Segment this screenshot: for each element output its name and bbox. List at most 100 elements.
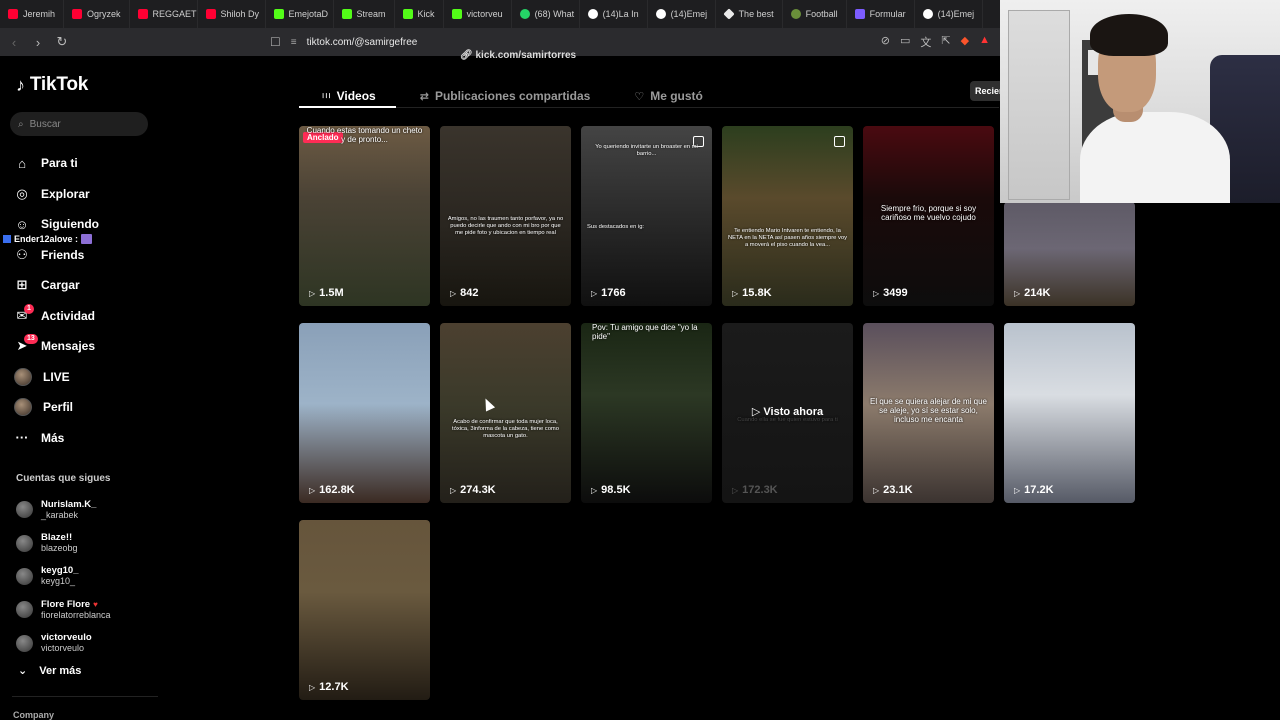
url-field[interactable]: ☐ ≡ tiktok.com/@samirgefree: [90, 35, 881, 49]
video-card[interactable]: Cuando ella se fue quien estuvo para ti ▷…: [722, 323, 853, 503]
browser-tab[interactable]: Stream: [334, 0, 395, 28]
view-count: ▷ 17.2K: [1014, 484, 1054, 496]
nav-item-ms[interactable]: ··· Más: [14, 423, 99, 454]
browser-tab[interactable]: The best: [716, 0, 783, 28]
browser-tab[interactable]: Jeremih: [0, 0, 65, 28]
video-card[interactable]: ▷ 17.2K: [1004, 323, 1135, 503]
browser-tab[interactable]: Football: [783, 0, 847, 28]
play-icon: ▷: [732, 485, 739, 495]
screen-cast-icon[interactable]: ▭: [900, 34, 910, 50]
view-count-text: 214K: [1024, 287, 1051, 299]
nav-item-label: LIVE: [43, 369, 70, 384]
nav-item-label: Más: [41, 430, 65, 445]
tiktok-logo[interactable]: ♪ TikTok: [16, 74, 88, 96]
play-icon: ▷: [309, 682, 316, 692]
nav-item-cargar[interactable]: ⊞ Cargar: [14, 270, 99, 301]
video-card[interactable]: Anclado Cuando estas tomando un cheto y d…: [299, 126, 430, 306]
browser-tab-label: (14)La In: [602, 9, 639, 19]
nav-item-mensajes[interactable]: ➤ 13 Mensajes: [14, 331, 99, 362]
nav-item-explorar[interactable]: ◎ Explorar: [14, 179, 99, 210]
video-card[interactable]: Acabo de confirmar que toda mujer loca, …: [440, 323, 571, 503]
sort-recent-button[interactable]: Recien: [970, 81, 1000, 101]
browser-tab-label: (14)Emej: [670, 9, 708, 19]
browser-tab-label: Football: [805, 9, 838, 19]
nav-item-actividad[interactable]: ✉ 1 Actividad: [14, 301, 99, 332]
tab-favicon-icon: [519, 9, 530, 19]
search-icon: ⌕: [18, 118, 24, 130]
avatar: [16, 567, 33, 585]
nav-item-perfil[interactable]: Perfil: [14, 392, 99, 423]
back-icon[interactable]: ‹: [4, 32, 24, 52]
browser-tab-label: Formular: [869, 9, 906, 19]
avatar: [16, 634, 33, 652]
video-card[interactable]: Pov: Tu amigo que dice "yo la pide" ▷ 98.5…: [581, 323, 712, 503]
browser-tab[interactable]: (14)Emej: [915, 0, 983, 28]
browser-tab[interactable]: (68) What: [512, 0, 580, 28]
browser-tab[interactable]: REGGAET: [130, 0, 198, 28]
reload-icon[interactable]: ↻: [52, 32, 72, 52]
play-icon: ▷: [1014, 288, 1021, 298]
browser-tab-label: EmejotaD: [288, 9, 329, 19]
following-item[interactable]: Blaze!! blazeobg: [16, 526, 111, 559]
view-count: ▷ 15.8K: [732, 287, 772, 299]
video-card[interactable]: Yo queriendo invitarte un broaster en mi…: [581, 126, 712, 306]
nav-item-label: Para ti: [41, 156, 78, 171]
browser-tab[interactable]: EmejotaD: [266, 0, 334, 28]
play-icon: ▷: [309, 485, 316, 495]
nav-item-parati[interactable]: ⌂ Para ti: [14, 148, 99, 179]
tab-videos[interactable]: ❙❙❙ Videos: [299, 84, 398, 108]
play-icon: ▷: [732, 288, 739, 298]
rewards-icon[interactable]: ▲: [979, 34, 990, 50]
more-icon: ···: [15, 430, 29, 446]
tab-publicacionescompartidas[interactable]: ⇄ Publicaciones compartidas: [398, 84, 613, 108]
video-card[interactable]: Amigos, no las traumen tanto porfavor, y…: [440, 126, 571, 306]
brave-shield-icon[interactable]: ◆: [961, 34, 969, 50]
site-settings-icon[interactable]: ≡: [291, 37, 297, 48]
following-item[interactable]: victorveulo victorveulo: [16, 627, 111, 660]
translate-icon[interactable]: 文: [920, 34, 931, 50]
bookmark-icon[interactable]: ☐: [270, 35, 281, 49]
browser-tab[interactable]: Ogryzek: [64, 0, 130, 28]
browser-tab[interactable]: Kick: [395, 0, 444, 28]
company-link[interactable]: Company: [13, 710, 54, 720]
nav-item-friends[interactable]: ⚇ Friends: [14, 240, 99, 271]
see-more-button[interactable]: ⌄ Ver más: [18, 664, 81, 678]
home-icon: ⌂: [18, 155, 26, 171]
tab-favicon-icon: [402, 9, 413, 19]
video-card[interactable]: Te entiendo Mario Intvaren te entiendo, …: [722, 126, 853, 306]
browser-tab[interactable]: Shiloh Dy: [198, 0, 266, 28]
browser-tab[interactable]: (14)Emej: [648, 0, 716, 28]
view-count-text: 98.5K: [601, 484, 631, 496]
tab-megust[interactable]: ♡ Me gustó: [612, 84, 725, 108]
url-text[interactable]: tiktok.com/@samirgefree: [307, 37, 418, 48]
browser-tab-label: Jeremih: [23, 9, 56, 19]
view-count: ▷ 1766: [591, 287, 626, 299]
view-count: ▷ 162.8K: [309, 484, 355, 496]
video-card[interactable]: ▷ 214K: [1004, 202, 1135, 306]
nav-item-live[interactable]: LIVE: [14, 362, 99, 393]
browser-tab[interactable]: (14)La In: [580, 0, 648, 28]
view-count: ▷ 842: [450, 287, 479, 299]
following-item[interactable]: keyg10_ keyg10_: [16, 560, 111, 593]
video-card[interactable]: El que se quiera alejar de mi que se ale…: [863, 323, 994, 503]
share-icon[interactable]: ⇱: [941, 34, 950, 50]
profile-bio-link[interactable]: 🔗︎ kick.com/samirtorres: [460, 50, 576, 61]
view-count-text: 162.8K: [319, 484, 355, 496]
following-item[interactable]: Flore Flore ♥ fiorelatorreblanca: [16, 593, 111, 626]
video-card[interactable]: ▷ 162.8K: [299, 323, 430, 503]
browser-tab[interactable]: Formular: [847, 0, 915, 28]
view-count-text: 15.8K: [742, 287, 772, 299]
reader-mode-icon[interactable]: ⊘: [881, 34, 890, 50]
search-input[interactable]: ⌕ Buscar: [10, 112, 148, 136]
tab-label: Publicaciones compartidas: [434, 89, 591, 103]
grid-icon: ❙❙❙: [321, 93, 332, 99]
following-title: Cuentas que sigues: [16, 473, 111, 484]
browser-tab[interactable]: victorveu: [444, 0, 512, 28]
webcam-person-hair: [1090, 14, 1168, 56]
forward-icon[interactable]: ›: [28, 32, 48, 52]
video-card[interactable]: ▷ 12.7K: [299, 520, 430, 700]
following-item[interactable]: Nurislam.K_ _karabek: [16, 493, 111, 526]
tab-favicon-icon: [790, 9, 801, 19]
following-name-row: Blaze!!: [41, 532, 78, 543]
video-card[interactable]: Siempre frio, porque si soy cariñoso me …: [863, 126, 994, 306]
